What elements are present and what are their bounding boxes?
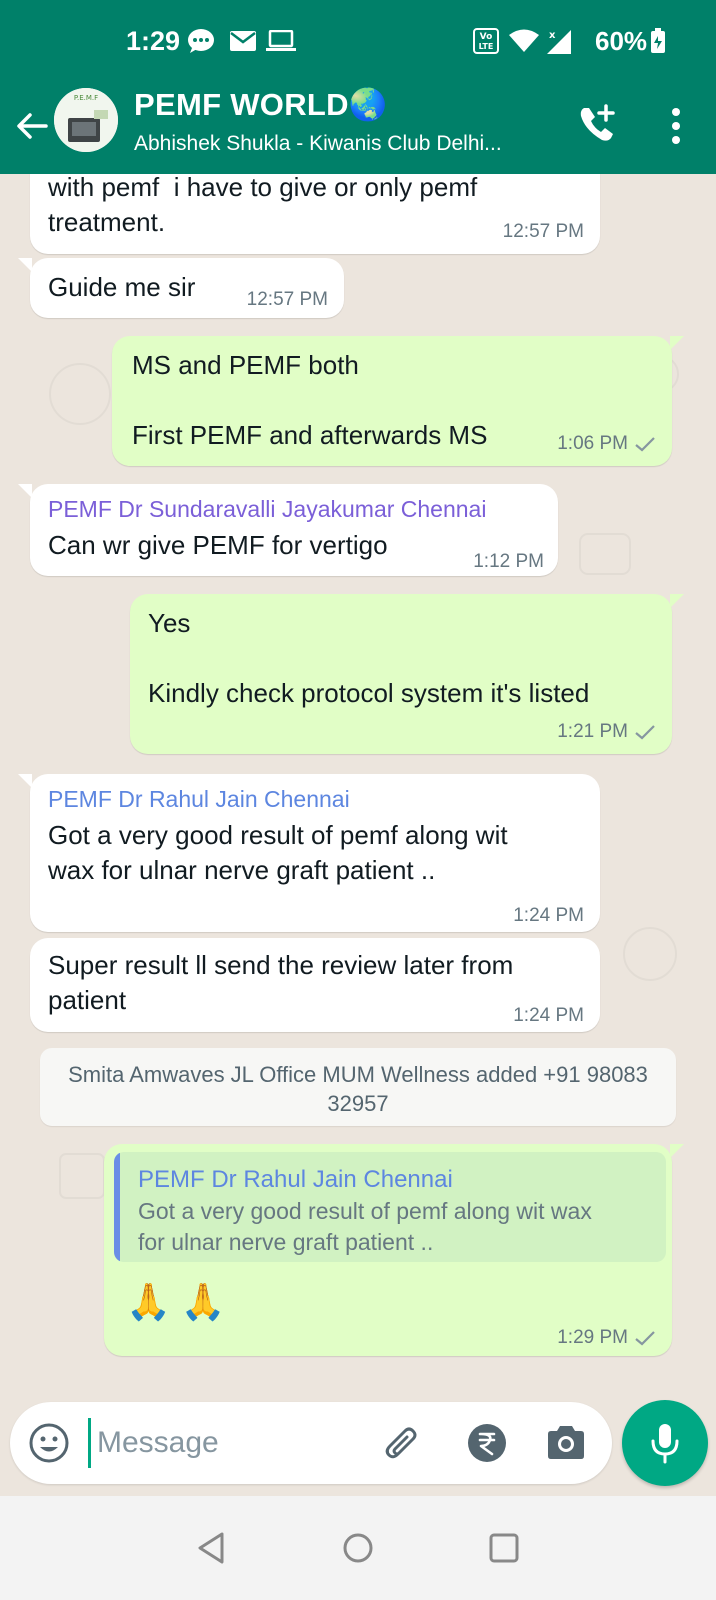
sent-check-icon bbox=[635, 1330, 655, 1345]
home-circle-icon[interactable] bbox=[336, 1526, 380, 1570]
message-time-text: 1:24 PM bbox=[513, 905, 584, 926]
message-time: 12:57 PM bbox=[247, 282, 328, 317]
chat-bubble-icon bbox=[186, 28, 216, 54]
bubble-tail bbox=[670, 336, 684, 350]
laptop-icon bbox=[264, 28, 298, 54]
message-text: Guide me sir bbox=[48, 272, 196, 302]
message-bubble-incoming[interactable]: Super result ll send the review later fr… bbox=[30, 938, 600, 1032]
message-time-text: 1:06 PM bbox=[557, 433, 628, 454]
message-time: 1:24 PM bbox=[513, 998, 584, 1033]
chat-area[interactable]: with pemf i have to give or only pemf tr… bbox=[0, 174, 716, 1398]
message-time: 1:06 PM bbox=[557, 426, 656, 461]
rupee-payment-icon[interactable] bbox=[466, 1422, 508, 1464]
message-bubble-incoming[interactable]: with pemf i have to give or only pemf tr… bbox=[30, 174, 600, 254]
mic-button[interactable] bbox=[622, 1400, 708, 1486]
bubble-tail bbox=[18, 258, 32, 272]
system-nav-bar bbox=[0, 1496, 716, 1600]
volte-icon: Vo LTE bbox=[472, 28, 500, 54]
message-bubble-outgoing[interactable]: MS and PEMF both First PEMF and afterwar… bbox=[112, 336, 684, 466]
message-time: 1:12 PM bbox=[473, 544, 544, 579]
message-time: 1:24 PM bbox=[513, 898, 584, 933]
message-text: 🙏 🙏 bbox=[126, 1281, 226, 1322]
svg-text:Vo: Vo bbox=[480, 32, 493, 42]
message-time-text: 1:24 PM bbox=[513, 1005, 584, 1026]
wifi-icon bbox=[508, 28, 540, 54]
signal-icon: x bbox=[544, 28, 574, 54]
bubble-tail bbox=[18, 484, 32, 498]
avatar[interactable]: P.E.M.F bbox=[54, 88, 118, 152]
more-vert-icon[interactable] bbox=[664, 104, 688, 148]
svg-text:LTE: LTE bbox=[479, 42, 494, 51]
bubble-tail bbox=[18, 774, 32, 788]
message-text: MS and PEMF both First PEMF and afterwar… bbox=[132, 350, 488, 450]
message-text: Can wr give PEMF for vertigo bbox=[48, 530, 388, 560]
message-bubble-incoming[interactable]: Guide me sir 12:57 PM bbox=[18, 258, 344, 318]
chat-subtitle[interactable]: Abhishek Shukla - Kiwanis Club Delhi... bbox=[134, 132, 554, 156]
status-time: 1:29 bbox=[126, 26, 181, 56]
back-triangle-icon[interactable] bbox=[190, 1526, 234, 1570]
message-time: 1:29 PM bbox=[557, 1320, 656, 1355]
attach-icon[interactable] bbox=[380, 1422, 424, 1466]
svg-text:x: x bbox=[549, 30, 556, 41]
system-message: Smita Amwaves JL Office MUM Wellness add… bbox=[40, 1048, 676, 1126]
message-bubble-outgoing[interactable]: PEMF Dr Rahul Jain Chennai Got a very go… bbox=[104, 1144, 684, 1356]
camera-icon[interactable] bbox=[544, 1422, 588, 1464]
quote-bar bbox=[114, 1152, 120, 1262]
message-bubble-incoming[interactable]: PEMF Dr Rahul Jain Chennai Got a very go… bbox=[18, 774, 600, 933]
message-time: 1:21 PM bbox=[557, 714, 656, 749]
message-time-text: 12:57 PM bbox=[246, 289, 328, 310]
back-arrow-icon[interactable] bbox=[12, 106, 52, 146]
chat-title[interactable]: PEMF WORLD🌏 bbox=[134, 86, 388, 123]
message-text: Got a very good result of pemf along wit… bbox=[48, 820, 508, 885]
add-call-icon[interactable] bbox=[576, 102, 620, 146]
avatar-text: P.E.M.F bbox=[74, 94, 98, 102]
bubble-tail bbox=[670, 594, 684, 608]
mail-icon bbox=[228, 28, 258, 54]
status-bar: 1:29 Vo LTE x 60% bbox=[0, 0, 716, 82]
quoted-message[interactable]: PEMF Dr Rahul Jain Chennai Got a very go… bbox=[114, 1152, 666, 1262]
chat-header: P.E.M.F PEMF WORLD🌏 Abhishek Shukla - Ki… bbox=[0, 82, 716, 174]
message-time-text: 1:21 PM bbox=[557, 721, 628, 742]
message-bubble-incoming[interactable]: PEMF Dr Sundaravalli Jayakumar Chennai C… bbox=[18, 484, 558, 579]
battery-icon bbox=[648, 28, 668, 54]
message-time-text: 1:29 PM bbox=[557, 1327, 628, 1348]
quoted-text: Got a very good result of pemf along wit… bbox=[138, 1198, 592, 1255]
bubble-tail bbox=[670, 1144, 684, 1158]
message-time-text: 1:12 PM bbox=[473, 551, 544, 572]
battery-percent: 60% bbox=[595, 26, 648, 56]
sender-name[interactable]: PEMF Dr Rahul Jain Chennai bbox=[48, 782, 350, 817]
message-time-text: 12:57 PM bbox=[502, 221, 584, 242]
sent-check-icon bbox=[635, 436, 655, 451]
recents-square-icon[interactable] bbox=[482, 1526, 526, 1570]
message-input[interactable] bbox=[88, 1418, 358, 1468]
message-text: Yes Kindly check protocol system it's li… bbox=[148, 608, 590, 708]
quoted-sender: PEMF Dr Rahul Jain Chennai bbox=[138, 1166, 453, 1193]
message-composer bbox=[10, 1402, 612, 1484]
message-bubble-outgoing[interactable]: Yes Kindly check protocol system it's li… bbox=[130, 594, 684, 754]
mic-icon bbox=[651, 1424, 679, 1464]
sent-check-icon bbox=[635, 724, 655, 739]
sender-name[interactable]: PEMF Dr Sundaravalli Jayakumar Chennai bbox=[48, 492, 486, 527]
emoji-icon[interactable] bbox=[28, 1422, 70, 1464]
message-time: 12:57 PM bbox=[503, 214, 584, 249]
